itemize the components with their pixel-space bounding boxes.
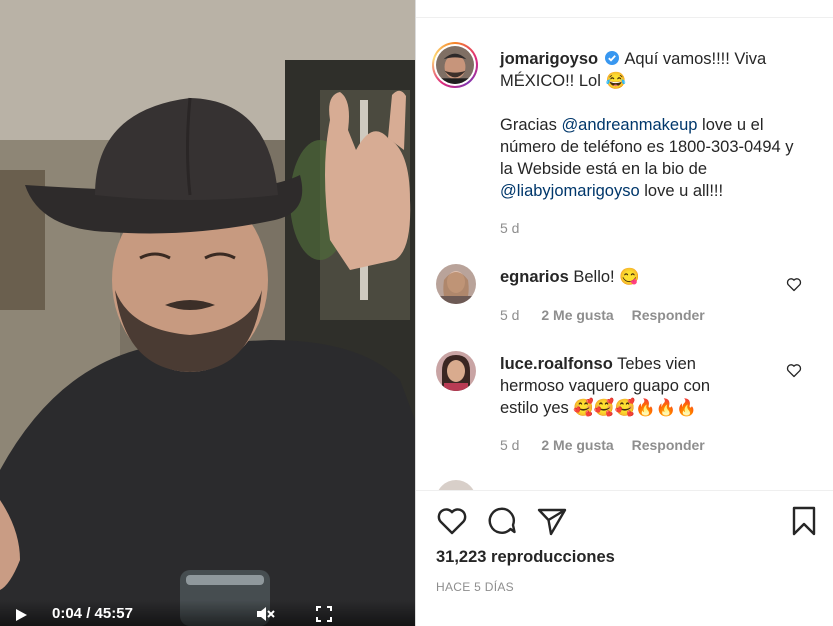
- heart-icon[interactable]: [436, 506, 468, 536]
- comment-like-heart-icon[interactable]: [786, 277, 802, 292]
- comment-body: Bello! 😋: [568, 268, 640, 286]
- comment-time: 5 d: [500, 307, 520, 323]
- comments-list[interactable]: jomarigoyso Aquí vamos!!!! Viva MÉXICO!!…: [416, 18, 833, 490]
- video-frame: [0, 0, 415, 626]
- muted-speaker-icon[interactable]: [255, 605, 275, 623]
- comment-username[interactable]: luce.roalfonso: [500, 355, 613, 373]
- comment-egnarios: egnarios Bello! 😋: [500, 266, 750, 288]
- play-icon[interactable]: [14, 608, 28, 622]
- video-controls-bar: 0:04 / 45:57: [0, 600, 415, 626]
- comment-like-heart-icon[interactable]: [786, 363, 802, 378]
- view-count[interactable]: 31,223 reproducciones: [436, 548, 615, 567]
- comment-icon[interactable]: [486, 506, 518, 536]
- commenter-avatar-egnarios[interactable]: [436, 264, 476, 304]
- comment-luce-roalfonso: luce.roalfonso Tebes vien hermoso vaquer…: [500, 353, 750, 419]
- comment-meta: 5 d 2 Me gusta Responder: [500, 437, 705, 453]
- caption-text-2a: Gracias: [500, 116, 562, 134]
- comment-likes[interactable]: 2 Me gusta: [541, 437, 613, 453]
- duration: 45:57: [94, 605, 133, 622]
- fullscreen-icon[interactable]: [316, 606, 332, 622]
- post-caption: jomarigoyso Aquí vamos!!!! Viva MÉXICO!!…: [500, 48, 810, 202]
- post-date[interactable]: HACE 5 DÍAS: [436, 580, 514, 594]
- reply-button[interactable]: Responder: [632, 307, 705, 323]
- author-avatar-image: [436, 46, 474, 84]
- caption-time: 5 d: [500, 220, 520, 236]
- current-time: 0:04: [52, 605, 83, 622]
- actions-divider: [416, 490, 833, 491]
- author-avatar[interactable]: [432, 42, 478, 88]
- comment-time: 5 d: [500, 437, 520, 453]
- commenter-avatar-luce-roalfonso[interactable]: [436, 351, 476, 391]
- post-sidebar: jomarigoyso Aquí vamos!!!! Viva MÉXICO!!…: [416, 0, 833, 626]
- mention-liabyjomarigoyso[interactable]: @liabyjomarigoyso: [500, 182, 640, 200]
- video-player[interactable]: 0:04 / 45:57: [0, 0, 415, 626]
- time-separator: /: [82, 605, 95, 622]
- verified-badge-icon: [604, 51, 619, 65]
- caption-first-line: jomarigoyso Aquí vamos!!!! Viva MÉXICO!!…: [500, 48, 810, 92]
- reply-button[interactable]: Responder: [632, 437, 705, 453]
- paper-plane-icon[interactable]: [536, 506, 568, 536]
- comment-likes[interactable]: 2 Me gusta: [541, 307, 613, 323]
- comment-meta: 5 d 2 Me gusta Responder: [500, 307, 705, 323]
- bookmark-icon[interactable]: [788, 506, 820, 536]
- video-timestamp: 0:04 / 45:57: [52, 605, 133, 622]
- caption-text-2c: love u all!!!: [639, 182, 724, 200]
- author-username[interactable]: jomarigoyso: [500, 50, 598, 68]
- mention-andreanmakeup[interactable]: @andreanmakeup: [561, 116, 697, 134]
- commenter-avatar-partial[interactable]: [436, 480, 476, 490]
- caption-second-paragraph: Gracias @andreanmakeup love u el número …: [500, 114, 810, 202]
- comment-username[interactable]: egnarios: [500, 268, 569, 286]
